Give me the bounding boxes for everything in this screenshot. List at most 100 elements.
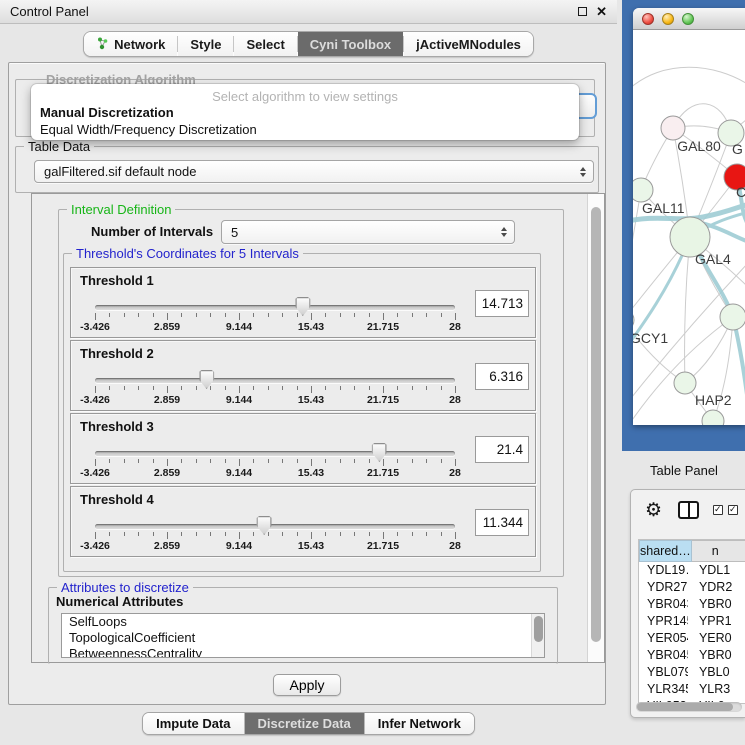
table-panel-title: Table Panel: [650, 463, 718, 478]
checkbox-icon[interactable]: [713, 505, 723, 515]
tab-label: Network: [114, 37, 165, 52]
attribute-item-selfloops[interactable]: SelfLoops: [62, 614, 530, 630]
gear-icon[interactable]: ⚙: [645, 501, 662, 520]
table-row[interactable]: YBL079WYBL0: [639, 664, 745, 681]
tab-jactivemnodules[interactable]: jActiveMNodules: [404, 32, 533, 56]
algorithm-option-equal-width-frequency-discretization[interactable]: Equal Width/Frequency Discretization: [31, 121, 579, 138]
threshold-value-field[interactable]: 11.344: [475, 509, 529, 536]
algorithm-dropdown-hint: Select algorithm to view settings: [31, 84, 579, 104]
bottom-tab-discretize-data[interactable]: Discretize Data: [245, 713, 364, 734]
table-cell: YDR27…: [639, 579, 688, 596]
network-node-gal80[interactable]: [661, 116, 685, 140]
network-window-titlebar: [633, 8, 745, 30]
table-panel-toolbar: ⚙: [631, 494, 745, 526]
algorithm-dropdown-popup: Select algorithm to view settings Manual…: [31, 84, 579, 140]
float-window-icon[interactable]: [578, 7, 587, 16]
table-row[interactable]: YER054CYER0: [639, 630, 745, 647]
close-icon[interactable]: ✕: [596, 5, 607, 18]
tick-label: -3.426: [80, 467, 110, 479]
number-of-intervals-label: Number of Intervals: [91, 224, 213, 239]
attributes-group: Attributes to discretize Numerical Attri…: [48, 587, 558, 664]
table-cell: YLR3: [688, 681, 745, 698]
table-cell: YPR145W: [639, 613, 688, 630]
split-columns-icon[interactable]: [678, 501, 699, 519]
minimize-traffic-light-icon[interactable]: [662, 13, 674, 25]
control-panel-titlebar: Control Panel ✕: [0, 0, 617, 24]
threshold-value-field[interactable]: 14.713: [475, 290, 529, 317]
node-label: G: [732, 141, 743, 157]
network-node-gal11[interactable]: [633, 178, 653, 202]
bottom-tab-group: Impute DataDiscretize DataInfer Network: [142, 712, 475, 735]
checkbox-icon[interactable]: [728, 505, 738, 515]
tab-label: Cyni Toolbox: [310, 37, 391, 52]
node-label: HAP2: [695, 392, 732, 408]
node-label: GCY1: [633, 330, 668, 346]
attributes-legend: Attributes to discretize: [57, 580, 193, 595]
table-panel: ⚙ shared…n YDL19…YDL1YDR27…YDR2YBR043CYB…: [630, 489, 745, 718]
tick-label: 15.43: [298, 321, 324, 333]
network-node-hap2[interactable]: [674, 372, 696, 394]
control-panel-tabbar: Network StyleSelect Cyni Toolbox jActiveMNo…: [0, 31, 617, 57]
tick-label: 21.715: [367, 321, 399, 333]
network-canvas[interactable]: GAL80GCGAL11GAL4GCY1HHAP2: [633, 30, 745, 425]
tick-label: 28: [449, 321, 461, 333]
number-of-intervals-combo[interactable]: 5: [221, 220, 515, 244]
table-row[interactable]: YPR145WYPR1: [639, 613, 745, 630]
tab-style[interactable]: Style: [178, 32, 233, 56]
numerical-attributes-list[interactable]: SelfLoopsTopologicalCoefficientBetweenne…: [61, 613, 545, 658]
attributes-scrollbar[interactable]: [531, 614, 544, 657]
tab-network[interactable]: Network: [84, 32, 177, 56]
tab-cyni-toolbox[interactable]: Cyni Toolbox: [298, 32, 403, 56]
combo-spinner-icon: [580, 167, 586, 177]
threshold-slider[interactable]: -3.4262.8599.14415.4321.71528: [95, 487, 455, 558]
tick-label: 2.859: [154, 467, 180, 479]
tab-group: Network StyleSelect Cyni Toolbox jActiveMNo…: [83, 31, 534, 57]
table-cell: YBR043C: [639, 596, 688, 613]
threshold-panel-1: Threshold 1-3.4262.8599.14415.4321.71528…: [70, 267, 536, 338]
panel-title: Control Panel: [10, 4, 578, 19]
network-node-gcy1[interactable]: [633, 309, 634, 331]
tab-select[interactable]: Select: [234, 32, 296, 56]
algorithm-option-manual-discretization[interactable]: Manual Discretization: [31, 104, 579, 121]
tick-label: 28: [449, 394, 461, 406]
bottom-tab-infer-network[interactable]: Infer Network: [365, 713, 474, 734]
table-header-row: shared…n: [639, 540, 745, 562]
table-cell: YBR045C: [639, 647, 688, 664]
close-traffic-light-icon[interactable]: [642, 13, 654, 25]
column-header-2[interactable]: n: [692, 540, 745, 562]
threshold-value-field[interactable]: 6.316: [475, 363, 529, 390]
node-table[interactable]: shared…n YDL19…YDL1YDR27…YDR2YBR043CYBR0…: [638, 539, 745, 704]
control-panel: Control Panel ✕ Network StyleSelect Cyni T…: [0, 0, 617, 745]
table-data-combo[interactable]: galFiltered.sif default node: [34, 160, 594, 183]
table-row[interactable]: YBR043CYBR0: [639, 596, 745, 613]
column-header-1[interactable]: shared…: [639, 540, 692, 562]
table-row[interactable]: YDR27…YDR2: [639, 579, 745, 596]
threshold-value-field[interactable]: 21.4: [475, 436, 529, 463]
table-row[interactable]: YLR345WYLR3: [639, 681, 745, 698]
network-node[interactable]: [702, 410, 724, 425]
attribute-item-topologicalcoefficient[interactable]: TopologicalCoefficient: [62, 630, 530, 646]
network-node-h[interactable]: [720, 304, 745, 330]
table-cell: YER0: [688, 630, 745, 647]
panel-vertical-scrollbar[interactable]: [587, 194, 604, 662]
tick-label: 2.859: [154, 394, 180, 406]
threshold-panel-2: Threshold 2-3.4262.8599.14415.4321.71528…: [70, 340, 536, 411]
bottom-tab-impute-data[interactable]: Impute Data: [143, 713, 243, 734]
table-cell: YDL19…: [639, 562, 688, 579]
table-data-legend: Table Data: [24, 139, 94, 154]
attribute-item-betweennesscentrality[interactable]: BetweennessCentrality: [62, 646, 530, 658]
table-cell: YBR0: [688, 647, 745, 664]
table-row[interactable]: YBR045CYBR0: [639, 647, 745, 664]
threshold-slider[interactable]: -3.4262.8599.14415.4321.71528: [95, 414, 455, 485]
threshold-slider[interactable]: -3.4262.8599.14415.4321.71528: [95, 268, 455, 339]
threshold-slider[interactable]: -3.4262.8599.14415.4321.71528: [95, 341, 455, 412]
tick-label: 2.859: [154, 540, 180, 552]
table-row[interactable]: YDL19…YDL1: [639, 562, 745, 579]
table-cell: YLR345W: [639, 681, 688, 698]
tick-label: 9.144: [226, 394, 252, 406]
zoom-traffic-light-icon[interactable]: [682, 13, 694, 25]
apply-button[interactable]: Apply: [273, 674, 340, 696]
table-horizontal-scrollbar[interactable]: [636, 702, 742, 712]
table-panel-section: Table Panel ⚙ shared…n YDL19…YDL1YDR27…Y…: [622, 451, 745, 745]
number-of-intervals-value: 5: [231, 225, 238, 240]
